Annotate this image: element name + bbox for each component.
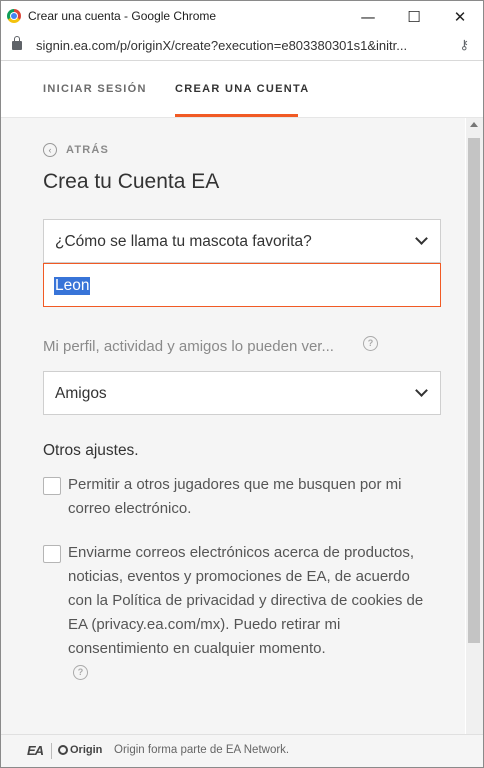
lock-icon[interactable] xyxy=(12,36,22,50)
chrome-logo-icon xyxy=(7,9,21,23)
close-icon: ✕ xyxy=(453,7,467,26)
help-icon[interactable]: ? xyxy=(73,665,88,680)
back-label: ATRÁS xyxy=(66,144,110,156)
visibility-label: Mi perfil, actividad y amigos lo pueden … xyxy=(43,338,334,355)
tab-sign-in[interactable]: INICIAR SESIÓN xyxy=(43,83,147,95)
key-icon[interactable]: ⚷ xyxy=(459,38,469,53)
visibility-select[interactable]: Amigos xyxy=(43,371,441,415)
ea-logo: EA xyxy=(27,743,44,758)
browser-window: Crear una cuenta - Google Chrome — ☐ ✕ s… xyxy=(0,0,484,768)
tab-create-account[interactable]: CREAR UNA CUENTA xyxy=(175,83,309,95)
minimize-icon: — xyxy=(360,7,376,26)
security-answer-value: Leon xyxy=(54,277,91,295)
form-content: ‹ ATRÁS Crea tu Cuenta EA ¿Cómo se llama… xyxy=(1,118,465,734)
visibility-value: Amigos xyxy=(55,385,107,402)
help-icon[interactable]: ? xyxy=(363,336,378,351)
chevron-down-icon xyxy=(415,232,428,245)
footer-divider xyxy=(51,743,52,759)
security-answer-input[interactable]: Leon xyxy=(43,263,441,307)
origin-logo-icon xyxy=(58,745,68,755)
maximize-button[interactable]: ☐ xyxy=(391,1,437,32)
auth-tabs: INICIAR SESIÓN CREAR UNA CUENTA xyxy=(1,61,483,118)
scroll-up-icon[interactable] xyxy=(470,122,478,127)
maximize-icon: ☐ xyxy=(407,7,421,26)
window-title: Crear una cuenta - Google Chrome xyxy=(28,9,217,23)
origin-logo-text: Origin xyxy=(70,744,103,756)
active-tab-indicator xyxy=(175,114,298,117)
title-bar: Crear una cuenta - Google Chrome — ☐ ✕ xyxy=(1,1,483,32)
marketing-emails-checkbox[interactable] xyxy=(43,545,61,563)
security-question-value: ¿Cómo se llama tu mascota favorita? xyxy=(55,233,312,250)
back-link[interactable]: ‹ ATRÁS xyxy=(43,143,109,157)
scrollbar[interactable] xyxy=(466,118,483,734)
other-settings-label: Otros ajustes. xyxy=(43,442,139,459)
minimize-button[interactable]: — xyxy=(345,1,391,32)
url-text[interactable]: signin.ea.com/p/originX/create?execution… xyxy=(36,38,440,53)
chevron-down-icon xyxy=(415,384,428,397)
footer: EA Origin Origin forma parte de EA Netwo… xyxy=(1,734,483,767)
search-by-email-checkbox[interactable] xyxy=(43,477,61,495)
footer-text: Origin forma parte de EA Network. xyxy=(114,744,290,756)
search-by-email-label: Permitir a otros jugadores que me busque… xyxy=(68,476,402,517)
security-question-select[interactable]: ¿Cómo se llama tu mascota favorita? xyxy=(43,219,441,263)
page-title: Crea tu Cuenta EA xyxy=(43,170,220,193)
scroll-thumb[interactable] xyxy=(468,138,480,643)
address-bar[interactable]: signin.ea.com/p/originX/create?execution… xyxy=(1,32,483,61)
chevron-left-icon: ‹ xyxy=(43,143,57,157)
close-button[interactable]: ✕ xyxy=(437,1,483,32)
marketing-emails-label: Enviarme correos electrónicos acerca de … xyxy=(68,544,424,657)
